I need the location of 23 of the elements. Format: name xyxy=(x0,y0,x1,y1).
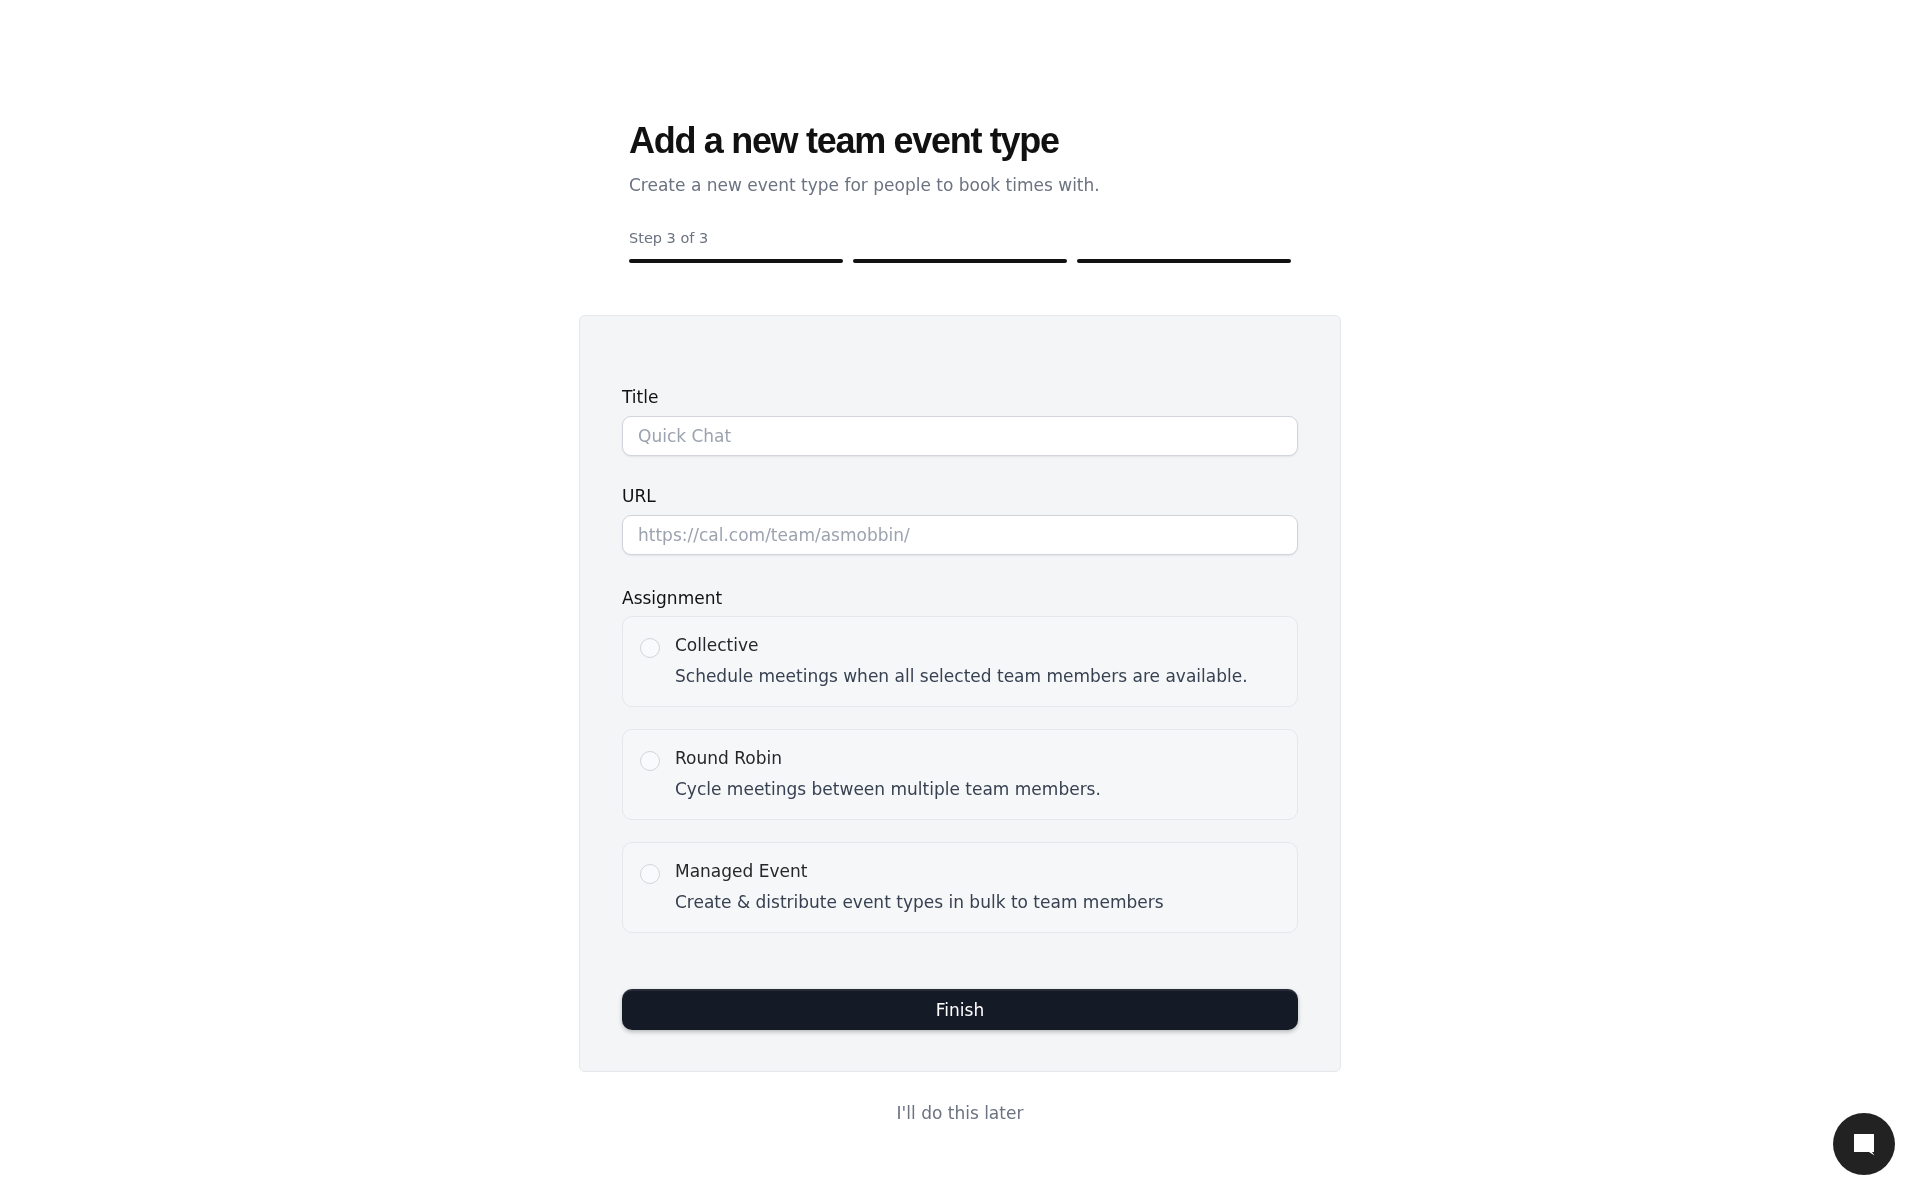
field-label: Title xyxy=(622,387,659,407)
assignment-option[interactable]: Managed Event Create & distribute event types in bulk to team members xyxy=(622,842,1298,933)
field-label: Assignment xyxy=(622,588,723,608)
option-title: Managed Event xyxy=(675,860,808,882)
step-label: Step 3 of 3 xyxy=(629,229,709,248)
skip-link[interactable]: I'll do this later xyxy=(896,1102,1024,1124)
option-description: Cycle meetings between multiple team members. xyxy=(675,778,1101,801)
page-title: Add a new team event type xyxy=(629,119,1059,163)
option-title: Collective xyxy=(675,634,759,656)
chat-icon[interactable] xyxy=(1833,1113,1895,1175)
radio-button[interactable] xyxy=(640,864,660,884)
option-description: Create & distribute event types in bulk to team members xyxy=(675,891,1164,914)
radio-button[interactable] xyxy=(640,751,660,771)
assignment-option[interactable]: Round Robin Cycle meetings between multiple team members. xyxy=(622,729,1298,820)
field-label: URL xyxy=(622,486,656,506)
page-subtitle: Create a new event type for people to book times with. xyxy=(629,174,1100,197)
radio-button[interactable] xyxy=(640,638,660,658)
finish-button[interactable]: Finish xyxy=(622,989,1298,1030)
assignment-option[interactable]: Collective Schedule meetings when all selected team members are available. xyxy=(622,616,1298,707)
option-description: Schedule meetings when all selected team members are available. xyxy=(675,665,1248,688)
text-input[interactable]: Quick Chat xyxy=(622,416,1298,456)
option-title: Round Robin xyxy=(675,747,782,769)
text-input[interactable]: https://cal.com/team/asmobbin/ xyxy=(622,515,1298,555)
